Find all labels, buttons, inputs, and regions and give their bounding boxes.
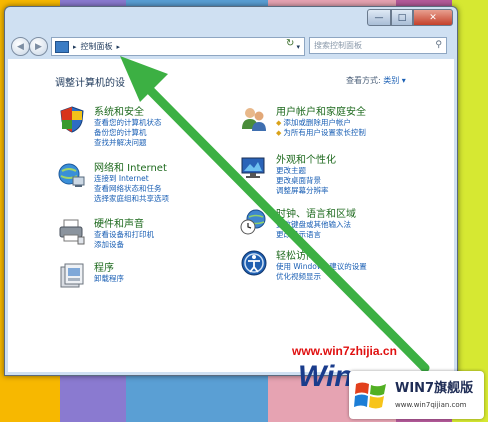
brand-name: WIN7旗舰版 — [395, 381, 474, 396]
annotation-arrow-icon — [120, 56, 430, 373]
watermark-url: www.win7zhijia.cn — [292, 344, 397, 358]
brand-logo: WIN7旗舰版 www.win7qijian.com — [349, 371, 484, 419]
watermark-win: Win — [298, 360, 353, 393]
windows-flag-icon — [354, 382, 386, 409]
brand-url: www.win7qijian.com — [395, 401, 467, 409]
